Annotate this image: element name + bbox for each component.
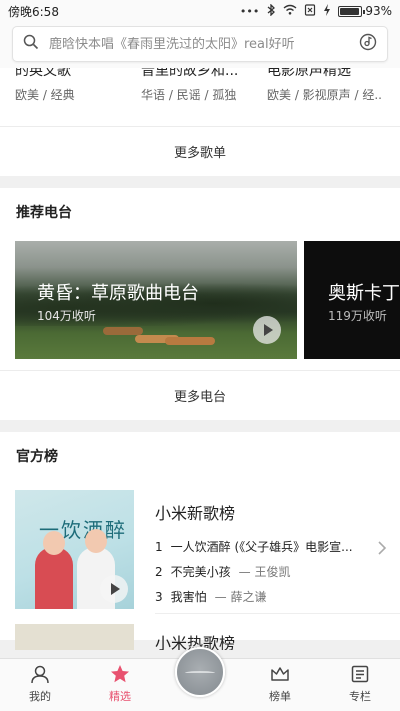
radio-section: 推荐电台 黄昏：草原歌曲电台 104万收听 奥斯卡丁 119万收听 更多电台 — [0, 188, 400, 420]
chevron-right-icon[interactable] — [377, 540, 387, 561]
search-icon — [23, 34, 39, 54]
songlist-item[interactable]: 音里的故乡和... 华语 / 民谣 / 孤独 — [141, 68, 255, 103]
status-time: 傍晚6:58 — [8, 4, 59, 19]
tab-label: 精选 — [109, 690, 131, 703]
chart-track: 2 不完美小孩 — 王俊凯 — [155, 559, 380, 584]
radio-title: 奥斯卡丁 — [328, 283, 400, 304]
search-input[interactable] — [49, 36, 349, 52]
radio-carousel[interactable]: 黄昏：草原歌曲电台 104万收听 奥斯卡丁 119万收听 — [0, 236, 400, 370]
recognize-music-icon[interactable] — [359, 33, 377, 55]
songlist-title: 电影原声精选 — [267, 68, 351, 79]
play-button[interactable] — [100, 575, 128, 603]
songlist-tags: 欧美 / 影视原声 / 经... — [267, 88, 381, 102]
column-icon — [350, 664, 370, 684]
disc-icon[interactable] — [175, 647, 225, 697]
battery-percent: 93% — [365, 4, 392, 18]
tab-label: 我的 — [29, 690, 51, 703]
section-title: 推荐电台 — [16, 205, 72, 221]
track-artist: — 王俊凯 — [238, 565, 291, 579]
singer-head — [85, 529, 107, 553]
tab-featured[interactable]: 精选 — [80, 659, 160, 711]
main-content[interactable]: 的英文歌 欧美 / 经典 音里的故乡和... 华语 / 民谣 / 孤独 电影原声… — [0, 68, 400, 658]
chart-item[interactable]: 小米热歌榜 — [0, 620, 400, 650]
cattle-shape — [165, 337, 215, 345]
no-sim-icon — [304, 3, 316, 19]
songlist-tags: 欧美 / 经典 — [15, 88, 75, 102]
more-songlists-button[interactable]: 更多歌单 — [0, 126, 400, 176]
bottom-tab-bar: 我的 精选 榜单 专栏 — [0, 647, 400, 711]
songlist-row: 的英文歌 欧美 / 经典 音里的故乡和... 华语 / 民谣 / 孤独 电影原声… — [0, 68, 400, 126]
radio-listens: 104万收听 — [37, 309, 96, 323]
wifi-icon — [283, 4, 297, 18]
divider — [155, 613, 400, 614]
person-icon — [30, 664, 50, 684]
singer-head — [43, 531, 65, 555]
search-area — [0, 22, 400, 68]
track-title: 不完美小孩 — [170, 565, 231, 579]
play-button[interactable] — [253, 316, 281, 344]
chart-list: 一饮酒醉 小米新歌榜 1 一人饮酒醉 (《父子雄兵》电影宣... 2 不完美小孩… — [0, 480, 400, 650]
songlist-title: 音里的故乡和... — [141, 68, 239, 79]
crown-icon — [270, 664, 290, 684]
track-title: 我害怕 — [170, 590, 207, 604]
songlist-item[interactable]: 电影原声精选 欧美 / 影视原声 / 经... — [267, 68, 381, 103]
charging-icon — [323, 3, 331, 19]
bluetooth-icon — [266, 2, 276, 19]
radio-card[interactable]: 奥斯卡丁 119万收听 — [304, 241, 400, 359]
radio-listens: 119万收听 — [328, 309, 387, 323]
now-playing-tab[interactable] — [160, 647, 240, 711]
more-dots-icon: ••• — [239, 4, 260, 18]
tab-charts[interactable]: 榜单 — [240, 659, 320, 711]
songlist-title: 的英文歌 — [15, 68, 71, 79]
radio-card[interactable]: 黄昏：草原歌曲电台 104万收听 — [15, 241, 297, 359]
chart-track: 1 一人饮酒醉 (《父子雄兵》电影宣... — [155, 534, 380, 559]
tab-label: 榜单 — [269, 690, 291, 703]
tab-mine[interactable]: 我的 — [0, 659, 80, 711]
more-radio-button[interactable]: 更多电台 — [0, 370, 400, 420]
chart-item[interactable]: 小米新歌榜 1 一人饮酒醉 (《父子雄兵》电影宣... 2 不完美小孩 — 王俊… — [155, 500, 380, 609]
status-bar: 傍晚6:58 ••• 93% — [0, 0, 400, 22]
singer-figure — [35, 547, 73, 609]
chart-cover[interactable]: 一饮酒醉 — [15, 490, 134, 609]
track-artist: — 薛之谦 — [214, 590, 267, 604]
section-title: 官方榜 — [16, 449, 58, 465]
track-number: 2 — [155, 564, 163, 579]
chart-name: 小米新歌榜 — [155, 504, 236, 523]
chart-cover — [15, 624, 134, 650]
search-bar[interactable] — [12, 26, 388, 62]
songlist-tags: 华语 / 民谣 / 孤独 — [141, 88, 237, 102]
songlist-item[interactable]: 的英文歌 欧美 / 经典 — [15, 68, 129, 103]
cattle-shape — [103, 327, 143, 335]
play-icon — [264, 324, 273, 336]
battery-indicator: 93% — [338, 4, 392, 18]
star-icon — [110, 664, 130, 684]
track-title: 一人饮酒醉 (《父子雄兵》电影宣... — [170, 540, 353, 554]
radio-title: 黄昏：草原歌曲电台 — [37, 283, 199, 304]
chart-track: 3 我害怕 — 薛之谦 — [155, 584, 380, 609]
status-icons: ••• 93% — [239, 2, 392, 19]
play-icon — [111, 583, 120, 595]
battery-icon — [338, 5, 366, 17]
track-number: 3 — [155, 589, 163, 604]
tab-column[interactable]: 专栏 — [320, 659, 400, 711]
charts-section: 官方榜 一饮酒醉 小米新歌榜 1 一人饮酒醉 (《父子雄兵》电影宣... 2 不… — [0, 432, 400, 650]
tab-label: 专栏 — [349, 690, 371, 703]
track-number: 1 — [155, 539, 163, 554]
